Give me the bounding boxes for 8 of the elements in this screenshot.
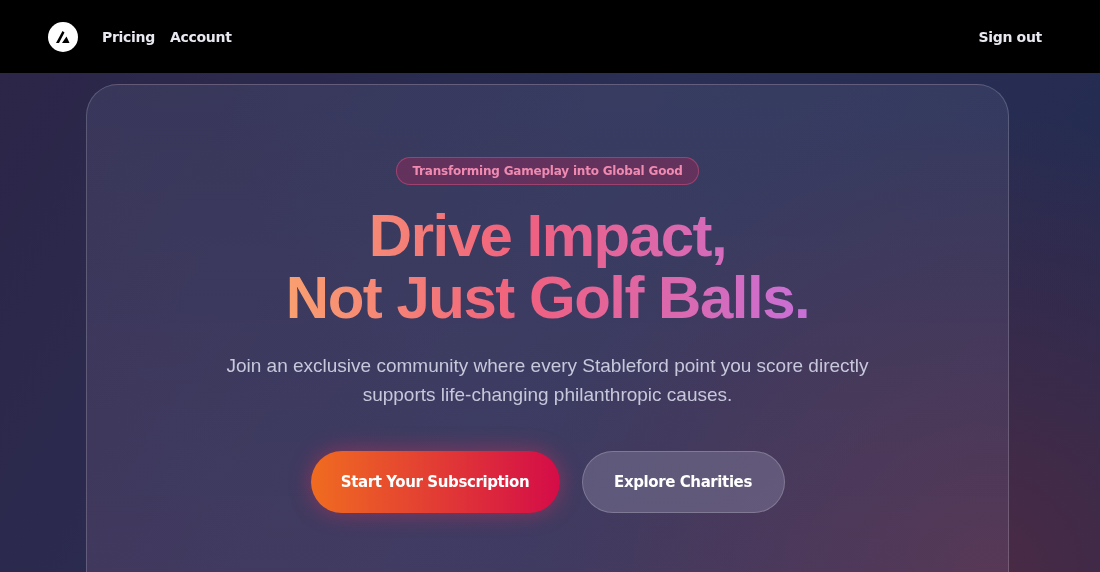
nav-link[interactable]: Pricing	[102, 28, 155, 45]
subscribe-button[interactable]: Start Your Subscription	[310, 451, 560, 513]
nav-link[interactable]: Account	[169, 28, 232, 45]
explore-button[interactable]: Explore Charities	[581, 451, 785, 513]
hero-subtitle: Join an exclusive community where every Stableford point you score directly supports life-changing philanthropic causes.	[225, 354, 870, 407]
logo-icon[interactable]	[48, 21, 78, 52]
tagline-badge: Transforming Gameplay into Global Good	[396, 157, 699, 185]
sign-out-link[interactable]: Sign out	[978, 28, 1042, 45]
